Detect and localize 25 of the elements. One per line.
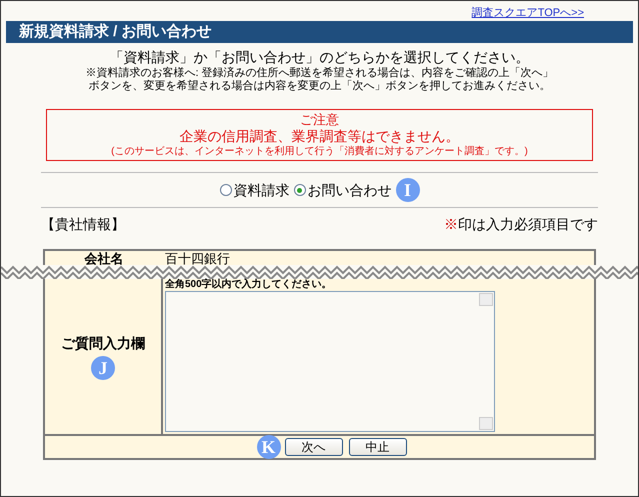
callout-marker: J <box>91 356 115 380</box>
form-button[interactable]: 次へ <box>284 438 342 456</box>
callout-marker: K <box>256 435 280 460</box>
top-link[interactable]: 調査スクエアTOPへ>> <box>472 5 584 21</box>
scrollbar[interactable] <box>478 292 494 432</box>
radio-option[interactable]: お問い合わせ <box>294 180 392 201</box>
radio-button[interactable] <box>294 184 306 196</box>
notice-heading: ご注意 <box>300 112 339 128</box>
field-label: ご質問入力欄 <box>61 334 145 354</box>
field-hint: 全角500字以内で入力してください。 <box>165 279 333 292</box>
notice-subtext: (このサービスは、インターネットを利用して行う「消費者に対するアンケート調査」です。) <box>111 146 528 158</box>
intro-text: 「資料請求」か「お問い合わせ」のどちらかを選択してください。 <box>110 49 530 66</box>
radio-button[interactable] <box>220 184 232 196</box>
title-bar: 新規資料請求 / お問い合わせ <box>6 21 633 43</box>
notice-text: 企業の信用調査、業界調査等はできません。 <box>180 128 460 146</box>
note-text: ボタンを、変更を希望される場合は内容を変更の上「次へ」ボタンを押してお進みください。 <box>88 80 550 94</box>
field-label: 会社名 <box>83 251 124 266</box>
form-button[interactable]: 中止 <box>348 438 406 456</box>
section-label: 【貴社情報】 <box>41 215 125 234</box>
note-text: ※資料請求のお客様へ: 登録済みの住所へ郵送を希望される場合は、内容をご確認の上「次へ」 <box>85 66 554 80</box>
required-note: ※印は入力必須項目です <box>444 215 598 234</box>
radio-option[interactable]: 資料請求 <box>220 180 290 201</box>
field-value: 百十四銀行 <box>164 251 230 266</box>
callout-marker: I <box>396 178 420 202</box>
question-textarea[interactable] <box>165 291 495 432</box>
